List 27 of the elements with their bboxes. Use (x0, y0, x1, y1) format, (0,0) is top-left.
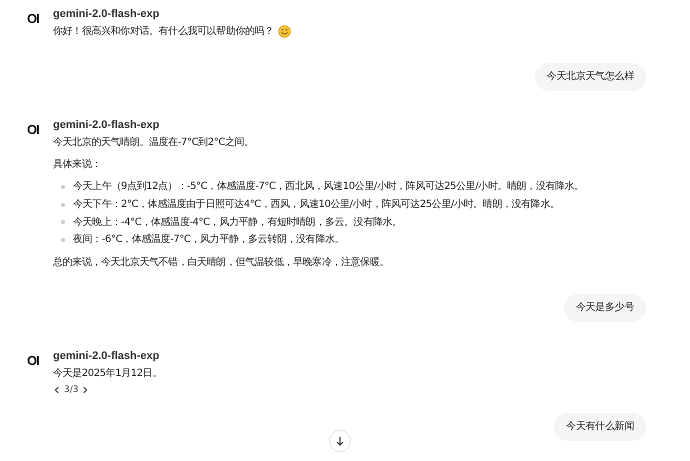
list-item: 夜间：-6°C，体感温度-7°C，风力平静，多云转阴，没有降水。 (73, 232, 344, 248)
next-icon[interactable] (81, 386, 90, 394)
bullet-icon (61, 238, 65, 242)
user-message: 今天有什么新闻 (554, 413, 646, 442)
list-item: 今天上午（9点到12点）：-5°C，体感温度-7°C，西北风，风速10公里/小时，阵风可达25公里/小时。晴朗，没有降水。 (73, 180, 584, 194)
previous-icon[interactable] (53, 386, 61, 394)
bullet-icon (61, 220, 65, 224)
down-arrow-icon (335, 436, 345, 446)
message-text: 总的来说，今天北京天气不错，白天晴朗，但气温较低，早晚寒冷，注意保暖。 (53, 256, 390, 270)
assistant-avatar: OI (27, 352, 40, 370)
message-text: 今天北京的天气晴朗。温度在-7°C到2°C之间。 (53, 136, 254, 150)
message-text: 今天是2025年1月12日。 (53, 367, 162, 382)
user-message: 今天是多少号 (564, 294, 646, 322)
bullet-icon (61, 202, 65, 207)
scroll-down-button[interactable] (329, 430, 351, 452)
list-item: 今天晚上：-4°C，体感温度-4°C，风力平静，有短时晴朗，多云。没有降水。 (73, 216, 402, 230)
message-text: 你好！很高兴和你对话。有什么我可以帮助你的吗？ (53, 24, 274, 39)
model-name: gemini-2.0-flash-exp (53, 7, 160, 22)
user-message: 今天北京天气怎么样 (534, 63, 646, 91)
message-text: 具体来说： (53, 158, 102, 172)
assistant-avatar: OI (27, 10, 40, 28)
assistant-avatar: OI (27, 121, 40, 139)
model-name: gemini-2.0-flash-exp (53, 118, 160, 133)
bullet-icon (61, 184, 65, 189)
list-item: 今天下午：2°C，体感温度由于日照可达4°C，西风，风速10公里/小时，阵风可达25公里/小时。晴朗，没有降水。 (73, 198, 560, 212)
model-name: gemini-2.0-flash-exp (53, 349, 160, 364)
page-counter: 3/3 (64, 385, 78, 396)
